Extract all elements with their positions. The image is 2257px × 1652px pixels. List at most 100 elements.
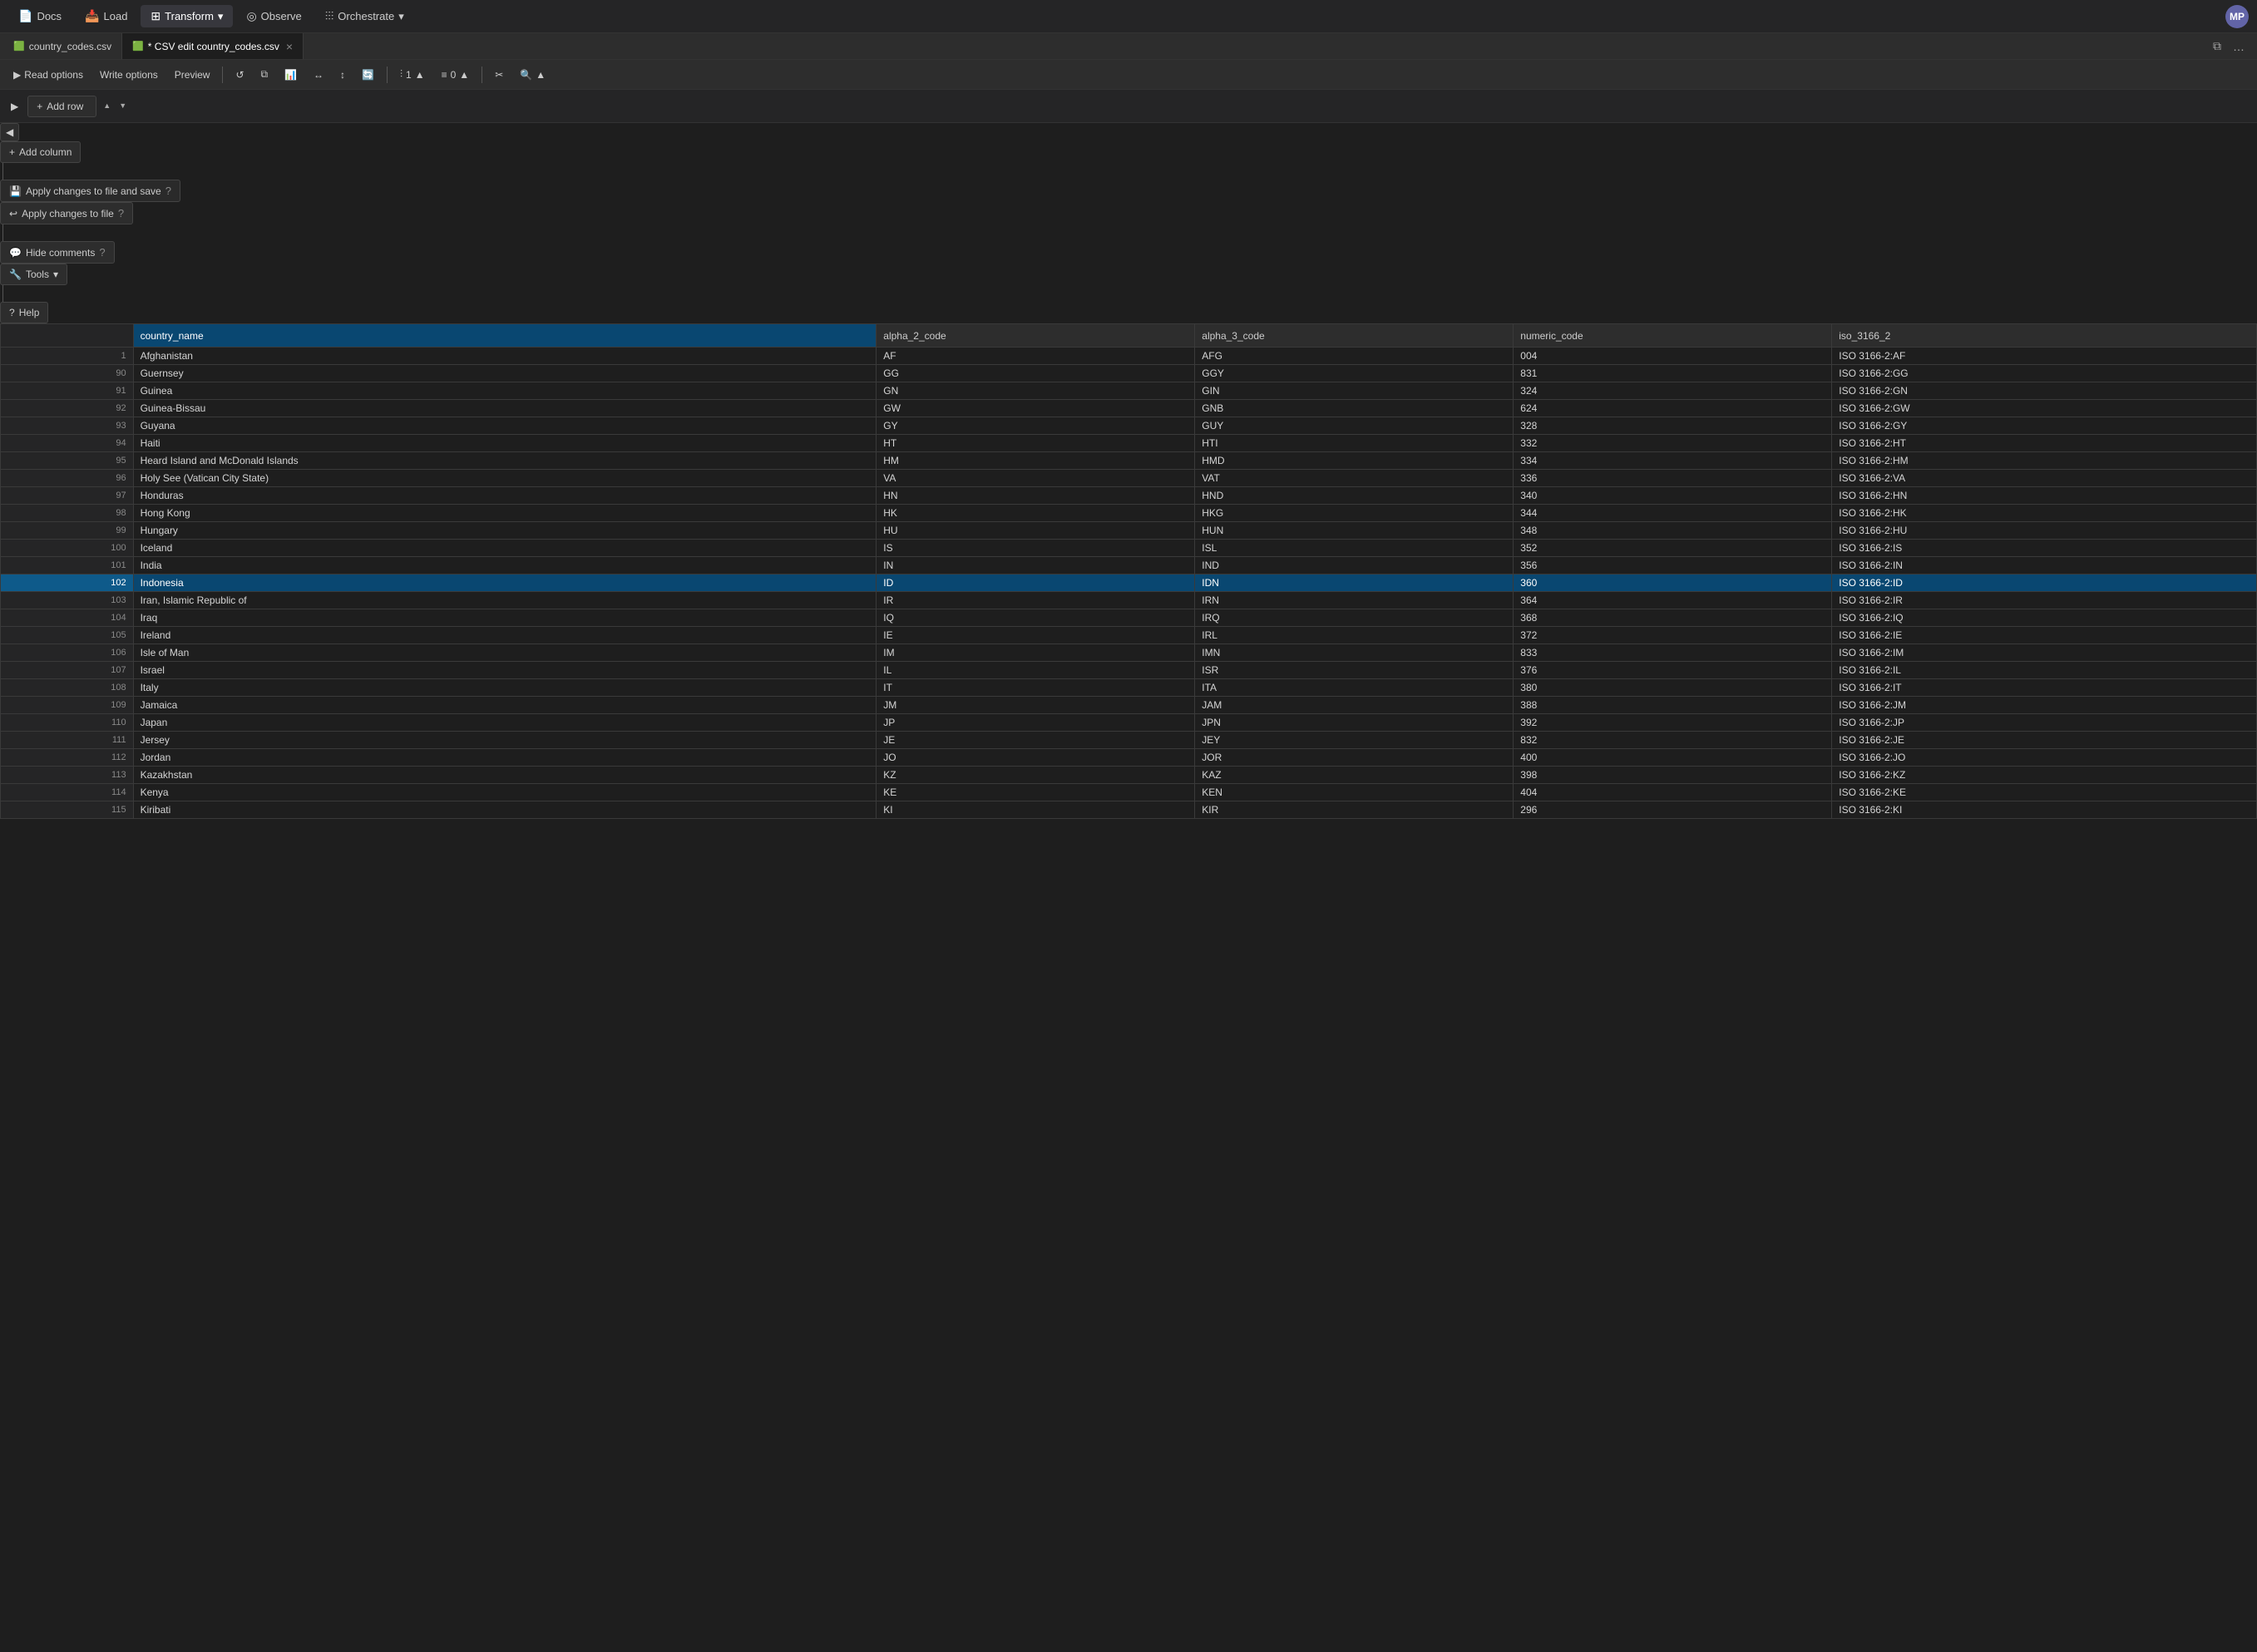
- cell-numeric_code[interactable]: 340: [1514, 487, 1832, 505]
- cell-country_name[interactable]: Italy: [133, 679, 877, 697]
- cell-iso_3166_2[interactable]: ISO 3166-2:GY: [1832, 417, 2257, 435]
- cell-alpha_2_code[interactable]: KE: [877, 784, 1195, 801]
- cell-numeric_code[interactable]: 831: [1514, 365, 1832, 382]
- cell-alpha_3_code[interactable]: AFG: [1195, 348, 1514, 365]
- cell-numeric_code[interactable]: 400: [1514, 749, 1832, 767]
- cell-numeric_code[interactable]: 344: [1514, 505, 1832, 522]
- table-row[interactable]: 91GuineaGNGIN324ISO 3166-2:GN: [1, 382, 2257, 400]
- table-row[interactable]: 104IraqIQIRQ368ISO 3166-2:IQ: [1, 609, 2257, 627]
- cell-country_name[interactable]: Guinea: [133, 382, 877, 400]
- cell-country_name[interactable]: Iceland: [133, 540, 877, 557]
- cell-alpha_3_code[interactable]: KAZ: [1195, 767, 1514, 784]
- cell-alpha_3_code[interactable]: GIN: [1195, 382, 1514, 400]
- cell-alpha_3_code[interactable]: IMN: [1195, 644, 1514, 662]
- cell-alpha_2_code[interactable]: HK: [877, 505, 1195, 522]
- row-up-btn[interactable]: ▲: [101, 101, 112, 111]
- table-row[interactable]: 103Iran, Islamic Republic ofIRIRN364ISO …: [1, 592, 2257, 609]
- cell-iso_3166_2[interactable]: ISO 3166-2:HM: [1832, 452, 2257, 470]
- table-row[interactable]: 90GuernseyGGGGY831ISO 3166-2:GG: [1, 365, 2257, 382]
- table-row[interactable]: 95Heard Island and McDonald IslandsHMHMD…: [1, 452, 2257, 470]
- cell-iso_3166_2[interactable]: ISO 3166-2:JO: [1832, 749, 2257, 767]
- table-row[interactable]: 99HungaryHUHUN348ISO 3166-2:HU: [1, 522, 2257, 540]
- cell-iso_3166_2[interactable]: ISO 3166-2:GN: [1832, 382, 2257, 400]
- table-row[interactable]: 115KiribatiKIKIR296ISO 3166-2:KI: [1, 801, 2257, 819]
- cell-alpha_3_code[interactable]: GGY: [1195, 365, 1514, 382]
- cell-iso_3166_2[interactable]: ISO 3166-2:KE: [1832, 784, 2257, 801]
- cell-country_name[interactable]: Iran, Islamic Republic of: [133, 592, 877, 609]
- cell-country_name[interactable]: Japan: [133, 714, 877, 732]
- cell-alpha_2_code[interactable]: IT: [877, 679, 1195, 697]
- cell-numeric_code[interactable]: 832: [1514, 732, 1832, 749]
- write-options-btn[interactable]: Write options: [93, 67, 165, 83]
- cell-numeric_code[interactable]: 392: [1514, 714, 1832, 732]
- cell-iso_3166_2[interactable]: ISO 3166-2:AF: [1832, 348, 2257, 365]
- cell-numeric_code[interactable]: 372: [1514, 627, 1832, 644]
- cell-alpha_3_code[interactable]: IRQ: [1195, 609, 1514, 627]
- cell-country_name[interactable]: Hong Kong: [133, 505, 877, 522]
- table-row[interactable]: 101IndiaININD356ISO 3166-2:IN: [1, 557, 2257, 575]
- cell-alpha_2_code[interactable]: VA: [877, 470, 1195, 487]
- cell-alpha_2_code[interactable]: JE: [877, 732, 1195, 749]
- cell-iso_3166_2[interactable]: ISO 3166-2:IE: [1832, 627, 2257, 644]
- cell-country_name[interactable]: Jordan: [133, 749, 877, 767]
- transform-nav-btn[interactable]: ⊞ Transform ▾: [141, 5, 233, 27]
- cell-alpha_3_code[interactable]: VAT: [1195, 470, 1514, 487]
- cell-alpha_2_code[interactable]: ID: [877, 575, 1195, 592]
- table-row[interactable]: 110JapanJPJPN392ISO 3166-2:JP: [1, 714, 2257, 732]
- cell-numeric_code[interactable]: 404: [1514, 784, 1832, 801]
- cell-alpha_3_code[interactable]: JEY: [1195, 732, 1514, 749]
- table-row[interactable]: 98Hong KongHKHKG344ISO 3166-2:HK: [1, 505, 2257, 522]
- cell-country_name[interactable]: Heard Island and McDonald Islands: [133, 452, 877, 470]
- cell-alpha_3_code[interactable]: HND: [1195, 487, 1514, 505]
- cell-numeric_code[interactable]: 388: [1514, 697, 1832, 714]
- cell-numeric_code[interactable]: 336: [1514, 470, 1832, 487]
- cell-alpha_2_code[interactable]: IE: [877, 627, 1195, 644]
- cell-iso_3166_2[interactable]: ISO 3166-2:JM: [1832, 697, 2257, 714]
- cell-alpha_2_code[interactable]: JM: [877, 697, 1195, 714]
- table-row[interactable]: 106Isle of ManIMIMN833ISO 3166-2:IM: [1, 644, 2257, 662]
- cell-iso_3166_2[interactable]: ISO 3166-2:KI: [1832, 801, 2257, 819]
- zoom-btn[interactable]: 🔍 ▲: [513, 67, 552, 83]
- cell-alpha_2_code[interactable]: HU: [877, 522, 1195, 540]
- col-header-iso[interactable]: iso_3166_2: [1832, 324, 2257, 348]
- tab-csv-edit[interactable]: 🟩 * CSV edit country_codes.csv ×: [122, 33, 304, 59]
- read-options-btn[interactable]: ▶ Read options: [7, 67, 90, 83]
- cell-country_name[interactable]: India: [133, 557, 877, 575]
- cell-alpha_3_code[interactable]: ITA: [1195, 679, 1514, 697]
- cell-iso_3166_2[interactable]: ISO 3166-2:VA: [1832, 470, 2257, 487]
- cell-numeric_code[interactable]: 624: [1514, 400, 1832, 417]
- cell-numeric_code[interactable]: 398: [1514, 767, 1832, 784]
- cell-alpha_3_code[interactable]: IDN: [1195, 575, 1514, 592]
- cell-alpha_3_code[interactable]: GNB: [1195, 400, 1514, 417]
- cell-iso_3166_2[interactable]: ISO 3166-2:IS: [1832, 540, 2257, 557]
- cell-alpha_2_code[interactable]: IS: [877, 540, 1195, 557]
- cell-numeric_code[interactable]: 348: [1514, 522, 1832, 540]
- load-nav-btn[interactable]: 📥 Load: [75, 5, 137, 27]
- cell-alpha_3_code[interactable]: GUY: [1195, 417, 1514, 435]
- more-tabs-btn[interactable]: …: [2229, 38, 2249, 55]
- cell-alpha_2_code[interactable]: JO: [877, 749, 1195, 767]
- apply-save-btn[interactable]: 💾 Apply changes to file and save ?: [0, 180, 180, 202]
- col-header-alpha3[interactable]: alpha_3_code: [1195, 324, 1514, 348]
- table-row[interactable]: 114KenyaKEKEN404ISO 3166-2:KE: [1, 784, 2257, 801]
- table-row[interactable]: 105IrelandIEIRL372ISO 3166-2:IE: [1, 627, 2257, 644]
- table-row[interactable]: 100IcelandISISL352ISO 3166-2:IS: [1, 540, 2257, 557]
- expand-col-btn[interactable]: ◀: [0, 123, 19, 141]
- table-row[interactable]: 93GuyanaGYGUY328ISO 3166-2:GY: [1, 417, 2257, 435]
- cell-iso_3166_2[interactable]: ISO 3166-2:IM: [1832, 644, 2257, 662]
- split-editor-btn[interactable]: ⧉: [2209, 37, 2225, 55]
- cell-numeric_code[interactable]: 364: [1514, 592, 1832, 609]
- table-row[interactable]: 113KazakhstanKZKAZ398ISO 3166-2:KZ: [1, 767, 2257, 784]
- hide-comments-btn[interactable]: 💬 Hide comments ?: [0, 241, 115, 264]
- cell-iso_3166_2[interactable]: ISO 3166-2:IN: [1832, 557, 2257, 575]
- cell-alpha_2_code[interactable]: IR: [877, 592, 1195, 609]
- cell-alpha_3_code[interactable]: KEN: [1195, 784, 1514, 801]
- cell-alpha_3_code[interactable]: HKG: [1195, 505, 1514, 522]
- cell-numeric_code[interactable]: 833: [1514, 644, 1832, 662]
- table-row[interactable]: 111JerseyJEJEY832ISO 3166-2:JE: [1, 732, 2257, 749]
- cell-country_name[interactable]: Guyana: [133, 417, 877, 435]
- cell-alpha_3_code[interactable]: JOR: [1195, 749, 1514, 767]
- cell-alpha_2_code[interactable]: IN: [877, 557, 1195, 575]
- cell-iso_3166_2[interactable]: ISO 3166-2:IT: [1832, 679, 2257, 697]
- cell-country_name[interactable]: Holy See (Vatican City State): [133, 470, 877, 487]
